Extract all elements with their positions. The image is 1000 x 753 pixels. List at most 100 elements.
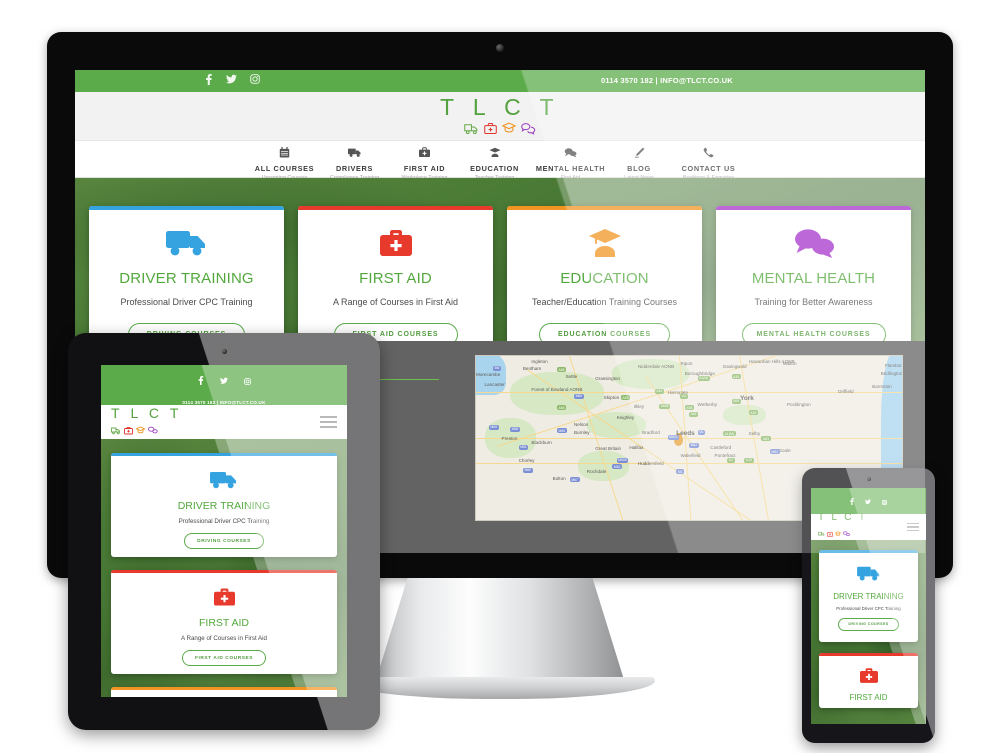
phone-card-first-aid[interactable]: FIRST AID [819,653,918,708]
tablet-screen: 0114 3570 182 | INFO@TLCT.CO.UK T L C T [101,365,347,697]
map-road-shield: M621 [667,434,680,440]
map-city-label: Barmston [872,383,892,389]
map-road-shield: A64 [731,398,741,404]
nav-item-blog[interactable]: BLOG Latest News [612,146,667,181]
card-description: Professional Driver CPC Training [120,297,253,307]
tablet-social-links[interactable] [101,372,347,390]
instagram-icon[interactable] [243,372,251,390]
map-road-shield: A65 [556,405,567,411]
map-road-shield: A1(M) [723,431,736,437]
tablet-topbar: 0114 3570 182 | INFO@TLCT.CO.UK [101,365,347,405]
twitter-icon[interactable] [865,492,871,510]
twitter-icon[interactable] [219,372,228,390]
nav-item-drivers[interactable]: DRIVERS Compliance Training [320,146,390,181]
course-card-mental-health[interactable]: MENTAL HEALTH Training for Better Awaren… [716,206,911,341]
tablet-card-driver-training[interactable]: DRIVER TRAINING Professional Driver CPC … [111,453,337,557]
card-description: Training for Better Awareness [754,297,873,307]
site-logo[interactable]: T L C T [440,94,560,139]
hamburger-menu-icon[interactable] [320,413,337,431]
map-city-label: Nelson [573,421,589,427]
speech-bubbles-icon [148,422,158,440]
monitor-stand-neck [375,578,625,683]
map-city-label: Huddersfield [637,460,664,466]
tablet-card-first-aid[interactable]: FIRST AID A Range of Courses in First Ai… [111,570,337,674]
course-card-first-aid[interactable]: FIRST AID A Range of Courses in First Ai… [298,206,493,341]
nav-item-education[interactable]: EDUCATION Teacher Training [460,146,530,181]
graduation-icon [507,210,702,262]
nav-item-mental-health[interactable]: MENTAL HEALTH First Aid [530,146,612,181]
card-description: Professional Driver CPC Training [178,518,270,525]
nav-item-all-courses[interactable]: ALL COURSES Upcoming Courses [250,146,320,181]
first-aid-kit-icon [124,422,133,440]
card-title: DRIVER TRAINING [119,270,254,287]
card-button[interactable]: FIRST AID COURSES [181,650,267,666]
map-city-label: Wetherby [697,401,718,407]
logo-icon-row [111,422,182,440]
map-road-shield: M65 [573,393,584,399]
map-road-shield: A1 [727,457,735,463]
graduation-icon [111,690,337,697]
map-road-shield: M62 [689,442,699,448]
monitor-stand-base [345,677,655,699]
instagram-icon[interactable] [882,492,887,510]
speech-bubbles-icon [521,122,536,139]
phone-card-driver-training[interactable]: DRIVER TRAINING Professional Driver CPC … [819,550,918,642]
card-title: MENTAL HEALTH [751,270,876,287]
first-aid-kit-icon [390,146,460,162]
map-road-shield: A65 [556,367,567,373]
map-city-label: Blackburn [531,439,552,445]
course-card-education[interactable]: EDUCATION Teacher/Education Training Cou… [507,206,702,341]
truck-icon [320,146,390,162]
map-city-label: Driffield [838,388,854,394]
tablet-site-logo[interactable]: T L C T [111,405,182,440]
nav-label: ALL COURSES [254,164,315,173]
facebook-icon[interactable] [205,74,213,88]
card-button[interactable]: MENTAL HEALTH COURSES [741,323,886,341]
truck-icon [111,456,337,495]
desktop-nav[interactable]: ALL COURSES Upcoming Courses DRIVERS Com… [75,140,925,181]
first-aid-kit-icon [819,656,918,689]
card-button[interactable]: DRIVING COURSES [184,533,264,549]
speech-bubbles-icon [716,210,911,262]
tablet-mockup: 0114 3570 182 | INFO@TLCT.CO.UK T L C T [68,333,380,730]
first-aid-kit-icon [111,573,337,612]
card-button[interactable]: DRIVING COURSES [838,617,899,631]
facebook-icon[interactable] [198,372,204,390]
phone-site-logo[interactable]: T L C T [817,512,867,542]
desktop-topbar: 0114 3570 182 | INFO@TLCT.CO.UK [75,70,925,92]
map-road-shield: M61 [518,444,529,450]
map-city-label: Morecambe [476,372,501,378]
nav-item-first-aid[interactable]: FIRST AID Workplace Training [390,146,460,181]
map-road-shield: A658 [659,403,671,409]
truck-icon [111,422,121,440]
map-city-label: Howardian Hills AONB [748,359,795,365]
pen-icon [612,146,667,162]
nav-item-contact-us[interactable]: CONTACT US Bookings & Enquiries [667,146,751,181]
instagram-icon[interactable] [250,74,260,88]
map-road-shield: A58 [684,405,694,411]
logo-bar: T L C T [75,92,925,140]
front-camera-icon [866,477,871,481]
social-links[interactable] [205,74,260,88]
facebook-icon[interactable] [850,492,854,510]
map-city-label: Forest of Bowland AONB [531,387,583,393]
map-city-label: York [740,395,754,403]
card-description: A Range of Courses in First Aid [181,635,267,642]
tablet-card-education[interactable] [111,687,337,697]
course-card-driver-training[interactable]: DRIVER TRAINING Professional Driver CPC … [89,206,284,341]
hamburger-menu-icon[interactable] [907,521,919,534]
map-road-shield: A61 [689,411,699,417]
map-city-label: Bentham [522,365,542,371]
card-title: FIRST AID [359,270,432,287]
phone-social-links[interactable] [811,492,926,510]
map-city-label: Easingwold [723,364,747,370]
nav-label: FIRST AID [403,164,446,173]
hero-section: DRIVER TRAINING Professional Driver CPC … [75,178,925,341]
card-button[interactable]: EDUCATION COURSES [538,323,671,341]
tablet-website: 0114 3570 182 | INFO@TLCT.CO.UK T L C T [101,365,347,697]
map-road-shield: A19 [731,374,741,380]
twitter-icon[interactable] [226,74,237,88]
webcam-icon [496,44,504,52]
map-city-label: Rochdale [586,469,607,475]
contact-info[interactable]: 0114 3570 182 | INFO@TLCT.CO.UK [601,76,733,85]
